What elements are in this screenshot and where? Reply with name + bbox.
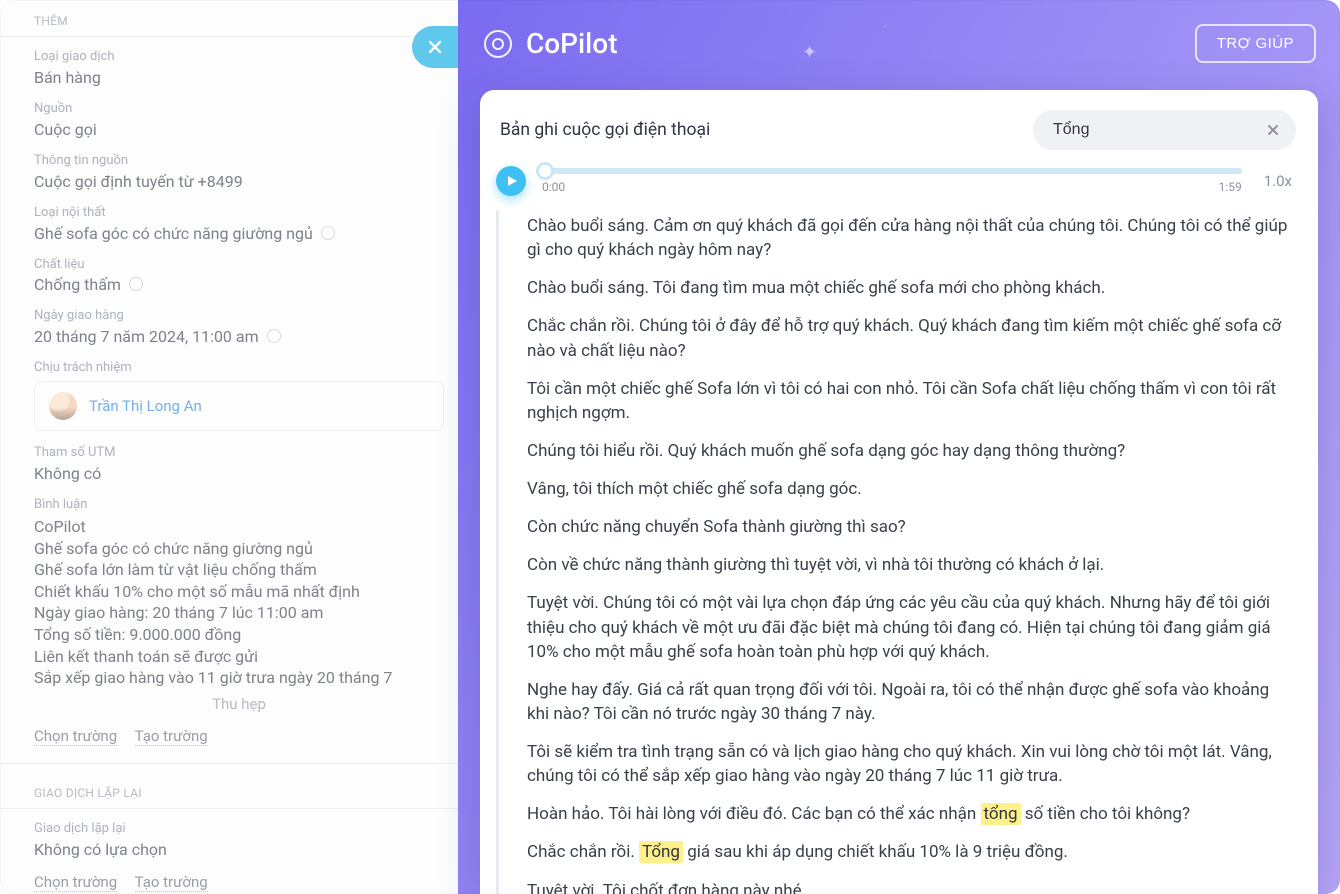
scrubber-thumb[interactable] [536,162,554,180]
transcript-utterance: Chắc chắn rồi. Chúng tôi ở đây để hỗ trợ… [527,314,1292,362]
transcript-utterance: Còn chức năng chuyển Sofa thành giường t… [527,515,1292,539]
clear-search-button[interactable] [1262,119,1284,141]
transcript-utterance: Tôi sẽ kiểm tra tình trạng sẵn có và lịc… [527,740,1292,788]
transcript-utterance: Chào buổi sáng. Cảm ơn quý khách đã gọi … [527,214,1292,262]
total-time: 1:59 [1219,180,1242,194]
play-icon [506,175,518,187]
transcript-utterance: Còn về chức năng thành giường thì tuyệt … [527,553,1292,577]
copilot-brand: CoPilot [484,27,618,60]
scrubber[interactable]: 0:00 1:59 [542,168,1242,194]
close-icon [427,39,443,55]
transcript-utterance: Nghe hay đấy. Giá cả rất quan trọng đối … [527,678,1292,726]
copilot-card: Bản ghi cuộc gọi điện thoại 0:00 1:59 [480,90,1318,894]
elapsed-time: 0:00 [542,180,565,194]
transcript-utterance: Chào buổi sáng. Tôi đang tìm mua một chi… [527,276,1292,300]
transcript-utterance: Tuyệt vời. Chúng tôi có một vài lựa chọn… [527,591,1292,663]
close-button[interactable] [412,26,458,68]
transcript-utterance: Vâng, tôi thích một chiếc ghế sofa dạng … [527,477,1292,501]
card-title: Bản ghi cuộc gọi điện thoại [500,120,710,140]
playback-speed[interactable]: 1.0x [1264,172,1292,190]
close-icon [1267,124,1279,136]
highlight: Tổng [639,841,683,863]
transcript-search[interactable] [1033,110,1296,150]
transcript-utterance: Tôi cần một chiếc ghế Sofa lớn vì tôi có… [527,377,1292,425]
audio-player: 0:00 1:59 1.0x [480,162,1318,210]
help-button[interactable]: TRỢ GIÚP [1195,24,1316,63]
copilot-logo-icon [484,30,512,58]
copilot-brand-text: CoPilot [526,27,618,60]
highlight: tổng [981,803,1021,825]
search-input[interactable] [1051,120,1262,140]
modal-dim-overlay [0,0,460,894]
transcript-utterance: Chúng tôi hiểu rồi. Quý khách muốn ghế s… [527,439,1292,463]
transcript[interactable]: Chào buổi sáng. Cảm ơn quý khách đã gọi … [496,210,1318,894]
copilot-panel: ✦·· CoPilot TRỢ GIÚP Bản ghi cuộc gọi đi… [458,0,1340,894]
transcript-utterance: Tuyệt vời. Tôi chốt đơn hàng này nhé. [527,879,1292,894]
transcript-utterance: Chắc chắn rồi. Tổng giá sau khi áp dụng … [527,840,1292,864]
transcript-utterance: Hoàn hảo. Tôi hài lòng với điều đó. Các … [527,802,1292,826]
play-button[interactable] [496,166,526,196]
